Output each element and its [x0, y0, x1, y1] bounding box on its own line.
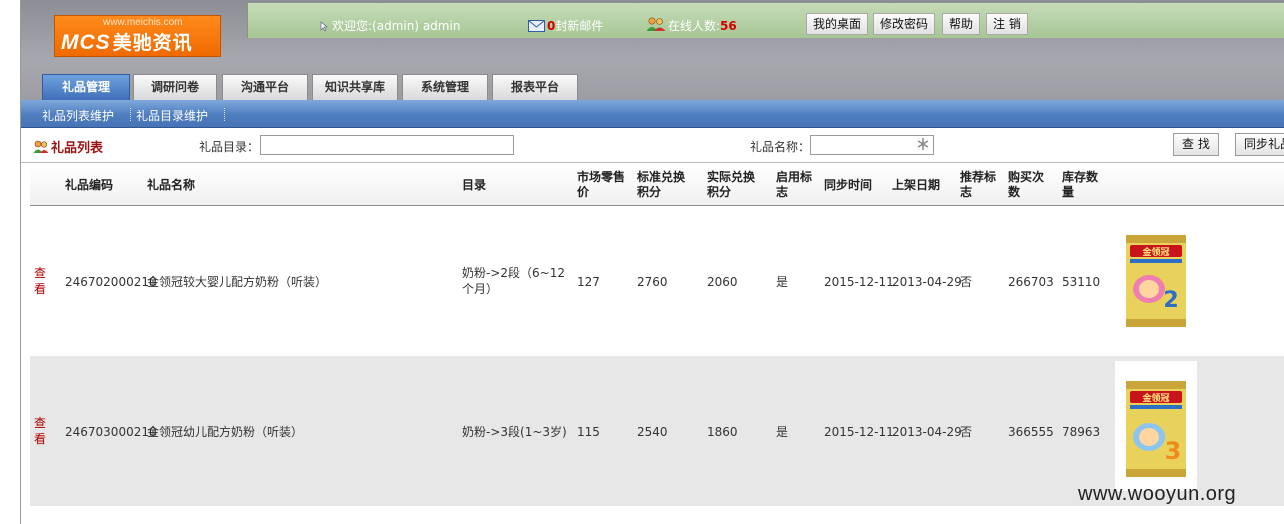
subnav-separator [224, 108, 225, 121]
online-count: 56 [720, 19, 737, 33]
can-stage: 3 [1165, 437, 1182, 465]
cell-listed: 2013-04-29 [892, 425, 962, 439]
logo-brand-text: MCS [61, 31, 111, 54]
search-button[interactable]: 查 找 [1173, 133, 1219, 156]
col-catalog[interactable]: 目录 [462, 178, 486, 193]
cell-catalog: 奶粉->2段（6~12个月） [462, 266, 565, 296]
cell-price: 127 [577, 275, 600, 289]
cell-act-points: 1860 [707, 425, 738, 439]
gift-list-title-text: 礼品列表 [51, 141, 104, 156]
view-link[interactable]: 查看 [34, 415, 48, 447]
mail-suffix: 封新邮件 [555, 19, 604, 33]
cell-price: 115 [577, 425, 600, 439]
sync-gifts-button[interactable]: 同步礼品 [1235, 133, 1284, 156]
cell-enabled: 是 [776, 275, 789, 289]
cell-std-points: 2540 [637, 425, 668, 439]
table-header: 礼品编码 礼品名称 目录 市场零售价 标准兑换积分 实际兑换积分 启用标志 同步… [30, 164, 1284, 206]
col-code[interactable]: 礼品编码 [65, 178, 113, 193]
subnav-gift-catalog[interactable]: 礼品目录维护 [136, 107, 208, 124]
catalog-label: 礼品目录： [199, 140, 260, 154]
tab-system-management[interactable]: 系统管理 [402, 74, 488, 100]
envelope-icon [528, 20, 545, 35]
subnav-gift-list[interactable]: 礼品列表维护 [42, 107, 114, 124]
tab-gift-management[interactable]: 礼品管理 [42, 74, 130, 100]
col-stock[interactable]: 库存数量 [1062, 170, 1102, 200]
cell-purchases: 266703 [1008, 275, 1054, 289]
cell-purchases: 366555 [1008, 425, 1054, 439]
tab-communication[interactable]: 沟通平台 [222, 74, 308, 100]
gift-name-input[interactable] [810, 135, 934, 155]
col-sync-time[interactable]: 同步时间 [824, 178, 872, 193]
col-name[interactable]: 礼品名称 [147, 178, 195, 193]
online-users: 在线人数:56 [646, 17, 737, 35]
tab-reports[interactable]: 报表平台 [492, 74, 578, 100]
cell-stock: 53110 [1062, 275, 1101, 289]
view-link[interactable]: 查看 [34, 265, 48, 297]
cell-recommend: 否 [960, 425, 973, 439]
logo-brand: MCS 美驰资讯 [61, 28, 193, 55]
help-button[interactable]: 帮助 [942, 13, 981, 35]
online-label: 在线人数: [668, 19, 721, 33]
product-image[interactable]: 金领冠 3 [1115, 361, 1197, 491]
my-desktop-button[interactable]: 我的桌面 [806, 13, 869, 35]
catalog-input[interactable] [260, 135, 514, 155]
sub-navigation: 礼品列表维护 礼品目录维护 [21, 100, 1284, 128]
subnav-separator [130, 108, 131, 121]
users-icon [646, 17, 666, 35]
table-row: 查看 246702000210 金领冠较大婴儿配方奶粉（听装） 奶粉->2段（6… [30, 206, 1284, 356]
col-purchases[interactable]: 购买次数 [1008, 170, 1048, 200]
cell-sync-time: 2015-12-11 [824, 425, 894, 439]
cell-act-points: 2060 [707, 275, 738, 289]
clear-icon[interactable] [917, 137, 929, 154]
cell-stock: 78963 [1062, 425, 1101, 439]
gift-list-title: 礼品列表 [33, 137, 103, 158]
cell-name: 金领冠幼儿配方奶粉（听装） [147, 425, 304, 439]
cell-name: 金领冠较大婴儿配方奶粉（听装） [147, 275, 328, 289]
logout-button[interactable]: 注 销 [986, 13, 1028, 35]
cell-listed: 2013-04-29 [892, 275, 962, 289]
cell-recommend: 否 [960, 275, 973, 289]
cell-code: 246703000210 [65, 425, 157, 439]
col-act-points[interactable]: 实际兑换积分 [707, 170, 761, 200]
cell-enabled: 是 [776, 425, 789, 439]
welcome-text: 欢迎您:(admin) admin [320, 17, 460, 35]
search-bar: 礼品列表 礼品目录： 礼品名称： 查 找 同步礼品 [21, 129, 1284, 163]
app-window: www.meichis.com MCS 美驰资讯 欢迎您:(admin) admi… [0, 0, 1284, 524]
logo: www.meichis.com MCS 美驰资讯 [54, 15, 221, 57]
col-price[interactable]: 市场零售价 [577, 170, 631, 200]
cell-std-points: 2760 [637, 275, 668, 289]
cell-sync-time: 2015-12-11 [824, 275, 894, 289]
tab-knowledge-base[interactable]: 知识共享库 [312, 74, 398, 100]
logo-brand-cn: 美驰资讯 [112, 33, 193, 54]
watermark: www.wooyun.org [1078, 483, 1237, 505]
can-brand: 金领冠 [1141, 392, 1169, 404]
col-listed[interactable]: 上架日期 [892, 178, 940, 193]
cell-code: 246702000210 [65, 275, 157, 289]
tab-survey[interactable]: 调研问卷 [133, 74, 217, 100]
change-password-button[interactable]: 修改密码 [873, 13, 936, 35]
product-image[interactable]: 金领冠 2 [1123, 231, 1189, 331]
col-enabled[interactable]: 启用标志 [776, 170, 818, 200]
col-std-points[interactable]: 标准兑换积分 [637, 170, 691, 200]
can-stage: 2 [1163, 288, 1178, 313]
cell-catalog: 奶粉->3段(1~3岁) [462, 425, 567, 439]
welcome-label: 欢迎您:(admin) admin [332, 19, 461, 33]
can-brand: 金领冠 [1141, 246, 1169, 258]
info-bar: 欢迎您:(admin) admin 0封新邮件 在线人数:56 我的桌面 修改密… [247, 3, 1284, 38]
mail-notice[interactable]: 0封新邮件 [528, 17, 603, 35]
col-recommend[interactable]: 推荐标志 [960, 170, 1000, 200]
gift-name-label: 礼品名称： [750, 140, 811, 154]
pointer-icon [320, 21, 330, 35]
gift-list-icon [33, 140, 49, 158]
logo-url: www.meichis.com [103, 17, 183, 28]
